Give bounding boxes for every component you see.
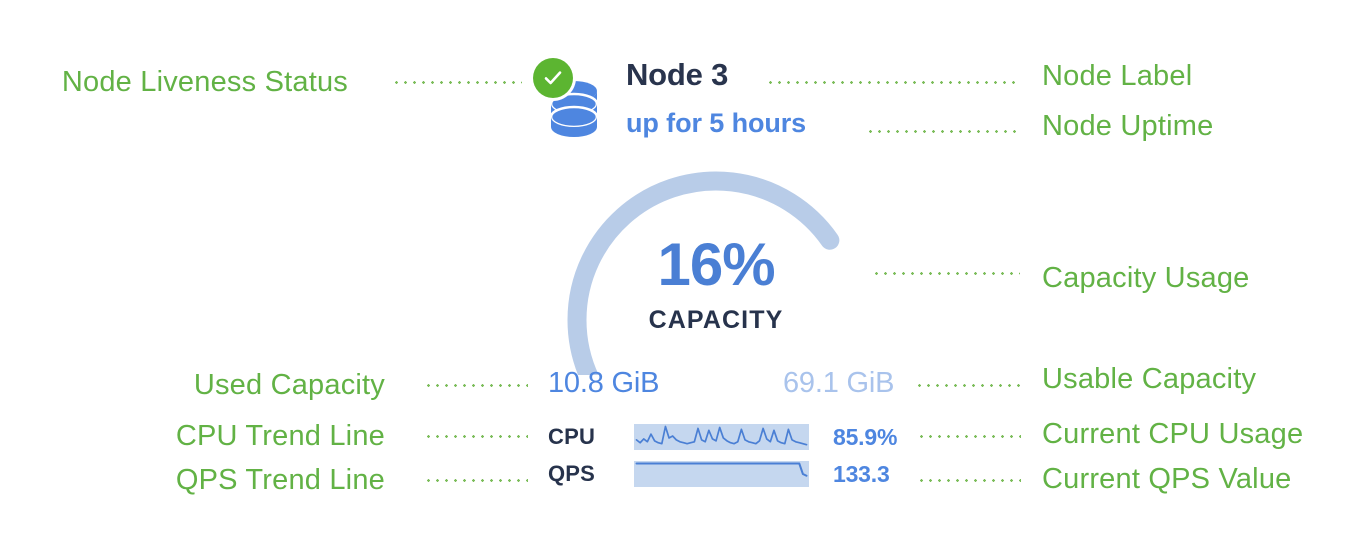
leader-line-node-label [766, 81, 1020, 84]
qps-trend-sparkline [634, 461, 809, 487]
annotation-qps-trend-line: QPS Trend Line [175, 464, 385, 496]
annotation-capacity-usage: Capacity Usage [1042, 262, 1250, 294]
qps-metric-label: QPS [548, 461, 596, 486]
annotation-current-cpu-usage: Current CPU Usage [1042, 418, 1304, 450]
annotation-current-qps-value: Current QPS Value [1042, 463, 1292, 495]
capacity-gauge: 16% CAPACITY [556, 160, 876, 375]
cpu-metric-row: CPU 85.9% [548, 424, 897, 450]
annotation-node-liveness-status: Node Liveness Status [61, 66, 348, 98]
leader-line-current-cpu-usage [917, 435, 1021, 438]
cpu-trend-sparkline [634, 424, 809, 450]
leader-line-cpu-trend-line [424, 435, 528, 438]
annotation-cpu-trend-line: CPU Trend Line [175, 420, 385, 452]
cpu-current-value: 85.9% [833, 423, 898, 450]
leader-line-current-qps-value [917, 479, 1021, 482]
annotation-usable-capacity: Usable Capacity [1042, 363, 1257, 395]
capacity-gauge-caption: CAPACITY [648, 306, 784, 334]
green-check-circle-icon [533, 58, 573, 98]
cpu-metric-label: CPU [548, 424, 596, 449]
leader-line-usable-capacity [915, 384, 1025, 387]
node-uptime-text: up for 5 hours [626, 108, 807, 138]
leader-line-used-capacity [424, 384, 528, 387]
qps-current-value: 133.3 [833, 460, 890, 487]
qps-metric-row: QPS 133.3 [548, 461, 890, 487]
node-status-icon-group [533, 58, 599, 146]
used-capacity-value: 10.8 GiB [548, 367, 660, 399]
leader-line-capacity-usage [872, 272, 1020, 275]
annotation-used-capacity: Used Capacity [193, 369, 385, 401]
node-label-text: Node 3 [626, 57, 729, 92]
leader-line-node-uptime [866, 130, 1020, 133]
usable-capacity-value: 69.1 GiB [783, 367, 895, 399]
capacity-percent-value: 16% [657, 231, 775, 298]
annotation-node-label: Node Label [1042, 60, 1193, 92]
annotation-node-uptime: Node Uptime [1042, 110, 1214, 142]
leader-line-node-liveness-status [392, 81, 522, 84]
annotated-node-card-diagram: Node Liveness Status Used Capacity CPU T… [0, 0, 1348, 548]
leader-line-qps-trend-line [424, 479, 528, 482]
